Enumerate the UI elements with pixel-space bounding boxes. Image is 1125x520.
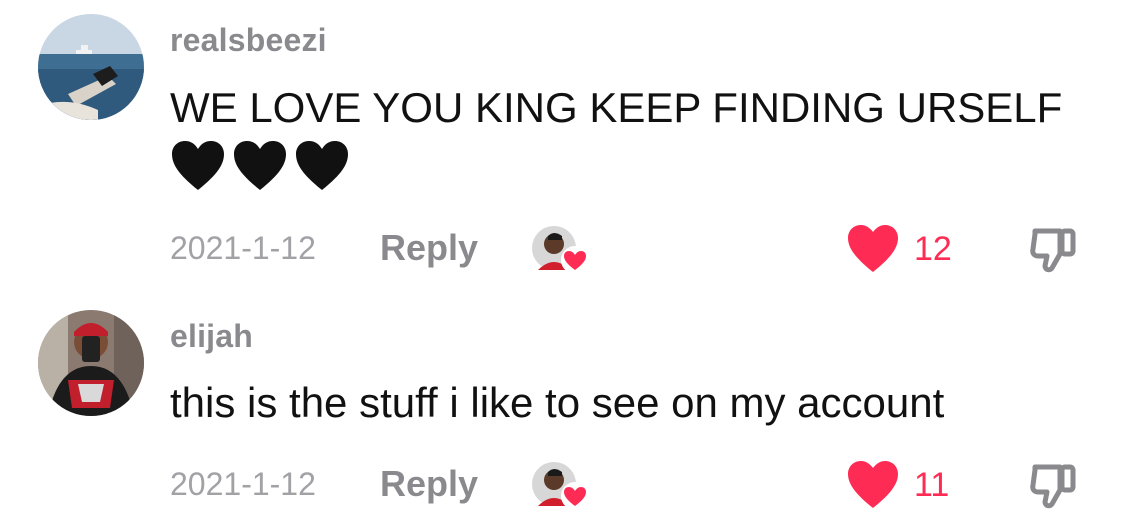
like-count: 12 (914, 229, 952, 268)
avatar[interactable] (38, 14, 144, 120)
thumbs-down-icon (1030, 228, 1076, 273)
heart-filled-icon (848, 225, 898, 272)
reply-button[interactable]: Reply (380, 463, 478, 505)
comment-text: this is the stuff i like to see on my ac… (170, 379, 945, 426)
comment-username[interactable]: elijah (170, 318, 253, 355)
avatar[interactable] (38, 310, 144, 416)
boat-on-water-avatar (38, 14, 144, 120)
reply-button[interactable]: Reply (380, 227, 478, 269)
creator-liked-badge (530, 460, 590, 512)
emoji-line (170, 140, 350, 192)
black-heart-icon (172, 141, 224, 190)
comment-date: 2021-1-12 (170, 230, 316, 266)
like-button[interactable]: 11 (846, 460, 949, 510)
comment-date: 2021-1-12 (170, 466, 316, 502)
thumbs-down-icon (1030, 464, 1076, 509)
comment-text: WE LOVE YOU KING KEEP FINDING URSELF (170, 84, 1063, 131)
dislike-button[interactable] (1026, 458, 1080, 512)
black-heart-icon (296, 141, 348, 190)
dislike-button[interactable] (1026, 222, 1080, 276)
like-button[interactable]: 12 (846, 224, 952, 274)
like-count: 11 (914, 465, 950, 504)
mirror-selfie-avatar (38, 310, 144, 416)
comment-username[interactable]: realsbeezi (170, 22, 327, 59)
heart-filled-icon (848, 461, 898, 508)
black-heart-icon (234, 141, 286, 190)
creator-liked-badge (530, 224, 590, 276)
